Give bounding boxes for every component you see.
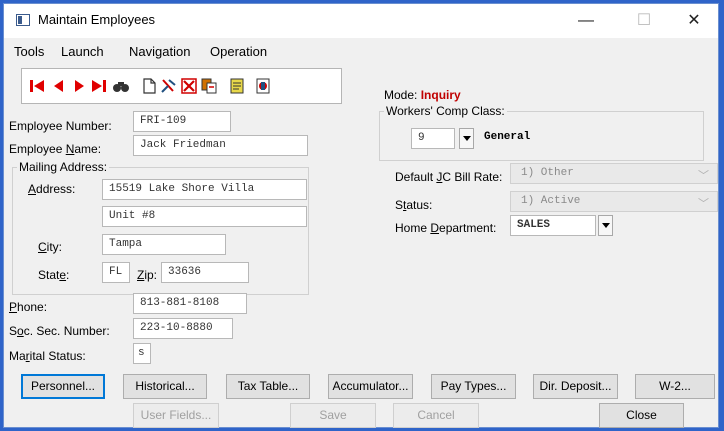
address-label: Address:	[28, 182, 76, 196]
record-toolbar	[21, 68, 342, 104]
ssn-label: Soc. Sec. Number:	[9, 324, 110, 338]
first-record-icon[interactable]	[28, 77, 46, 95]
delete-icon[interactable]	[160, 77, 178, 95]
city-label: City:	[38, 240, 63, 254]
home-department-field[interactable]: SALES	[510, 215, 596, 236]
app-icon	[16, 14, 30, 26]
city-field[interactable]: Tampa	[102, 234, 226, 255]
address-line1-field[interactable]: 15519 Lake Shore Villa	[102, 179, 307, 200]
mailing-address-title: Mailing Address:	[17, 160, 110, 174]
copy-icon[interactable]	[200, 77, 218, 95]
save-button[interactable]: Save	[290, 403, 376, 428]
state-field[interactable]: FL	[102, 262, 130, 283]
chevron-down-icon: ﹀	[698, 169, 709, 182]
dir-deposit-button[interactable]: Dir. Deposit...	[533, 374, 618, 399]
close-button[interactable]: Close	[599, 403, 684, 428]
workers-comp-dropdown-button[interactable]	[459, 128, 474, 149]
mode-label: Mode: Inquiry	[384, 88, 461, 102]
personnel-button[interactable]: Personnel...	[21, 374, 105, 399]
maintain-employees-window: Maintain Employees — ☐ ✕ Tools Launch Na…	[3, 3, 719, 428]
workers-comp-title: Workers' Comp Class:	[384, 104, 507, 118]
next-record-icon[interactable]	[70, 77, 88, 95]
workers-comp-description: General	[484, 131, 531, 143]
menu-launch[interactable]: Launch	[61, 44, 104, 59]
employee-name-field[interactable]: Jack Friedman	[133, 135, 308, 156]
new-record-icon[interactable]	[140, 77, 158, 95]
home-department-dropdown-button[interactable]	[598, 215, 613, 236]
last-record-icon[interactable]	[90, 77, 108, 95]
find-icon[interactable]	[112, 77, 130, 95]
title-bar: Maintain Employees — ☐ ✕	[4, 4, 718, 38]
status-label: Status:	[395, 198, 433, 212]
phone-field[interactable]: 813-881-8108	[133, 293, 247, 314]
phone-label: Phone:	[9, 300, 48, 314]
menu-tools[interactable]: Tools	[14, 44, 44, 59]
mailing-address-group: Mailing Address: Address: 15519 Lake Sho…	[12, 160, 309, 295]
address-line2-field[interactable]: Unit #8	[102, 206, 307, 227]
print-icon[interactable]	[254, 77, 272, 95]
bill-rate-label: Default JC Bill Rate:	[395, 170, 503, 184]
notes-icon[interactable]	[228, 77, 246, 95]
workers-comp-group: Workers' Comp Class: 9 General	[379, 104, 704, 161]
accumulator-button[interactable]: Accumulator...	[328, 374, 413, 399]
zip-label: Zip:	[137, 268, 158, 282]
maximize-button[interactable]: ☐	[622, 8, 666, 34]
previous-record-icon[interactable]	[50, 77, 68, 95]
status-select[interactable]: 1) Active ﹀	[510, 191, 718, 212]
state-label: State:	[38, 268, 70, 282]
pay-types-button[interactable]: Pay Types...	[431, 374, 516, 399]
workers-comp-code-field[interactable]: 9	[411, 128, 455, 149]
historical-button[interactable]: Historical...	[123, 374, 207, 399]
employee-name-label: Employee Name:	[9, 142, 102, 156]
marital-status-field[interactable]: s	[133, 343, 151, 364]
employee-number-label: Employee Number:	[9, 119, 112, 133]
menu-operation[interactable]: Operation	[210, 44, 267, 59]
employee-number-field[interactable]: FRI-109	[133, 111, 231, 132]
marital-status-label: Marital Status:	[9, 349, 86, 363]
user-fields-button[interactable]: User Fields...	[133, 403, 219, 428]
home-department-label: Home Department:	[395, 221, 497, 235]
close-window-button[interactable]: ✕	[672, 8, 716, 34]
ssn-field[interactable]: 223-10-8880	[133, 318, 233, 339]
tax-table-button[interactable]: Tax Table...	[226, 374, 310, 399]
window-title: Maintain Employees	[38, 12, 156, 27]
mode-value: Inquiry	[420, 88, 461, 102]
menu-bar: Tools Launch Navigation Operation	[4, 40, 718, 62]
bill-rate-select[interactable]: 1) Other ﹀	[510, 163, 718, 184]
menu-navigation[interactable]: Navigation	[129, 44, 190, 59]
w2-button[interactable]: W-2...	[635, 374, 715, 399]
minimize-button[interactable]: —	[564, 8, 608, 34]
cancel-button[interactable]: Cancel	[393, 403, 479, 428]
chevron-down-icon: ﹀	[698, 197, 709, 210]
zip-field[interactable]: 33636	[161, 262, 249, 283]
cancel-icon[interactable]	[180, 77, 198, 95]
